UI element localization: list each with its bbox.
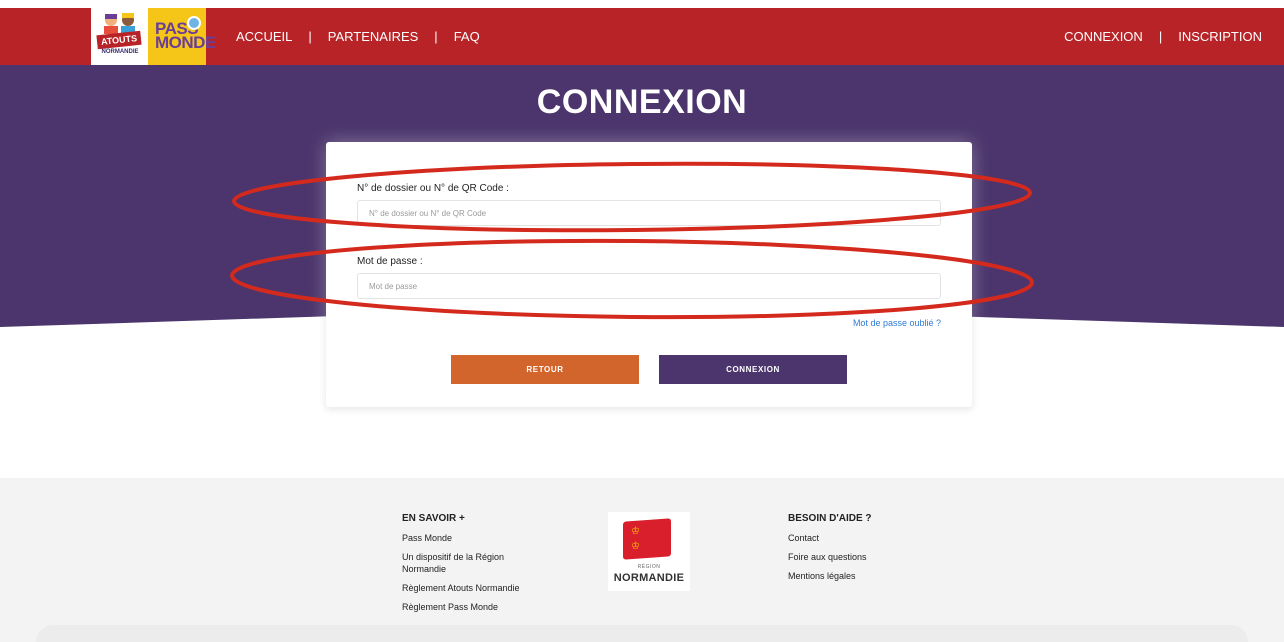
footer-besoin-aide: BESOIN D'AIDE ? Contact Foire aux questi… xyxy=(788,513,928,589)
globe-icon xyxy=(187,16,201,30)
main-nav: ACCUEIL | PARTENAIRES | FAQ xyxy=(236,8,480,65)
lion-icon: ♔ xyxy=(631,525,640,538)
nav-separator: | xyxy=(308,29,312,44)
footer-link-dispositif[interactable]: Un dispositif de la Région Normandie xyxy=(402,551,542,575)
pass-monde-line2: MONDE xyxy=(155,33,216,52)
login-card: N° de dossier ou N° de QR Code : Mot de … xyxy=(326,142,972,407)
nav-inscription[interactable]: INSCRIPTION xyxy=(1178,29,1262,44)
back-button[interactable]: RETOUR xyxy=(451,355,639,384)
nav-partenaires[interactable]: PARTENAIRES xyxy=(328,29,419,44)
nav-separator: | xyxy=(434,29,438,44)
password-input[interactable] xyxy=(357,273,941,299)
top-strip xyxy=(0,0,1284,8)
footer-en-savoir: EN SAVOIR + Pass Monde Un dispositif de … xyxy=(402,513,542,620)
region-normandie-logo[interactable]: ♔ ♔ RÉGION NORMANDIE xyxy=(608,512,690,591)
lion-icon: ♔ xyxy=(631,540,640,553)
dossier-input[interactable] xyxy=(357,200,941,226)
region-logo-small-text: RÉGION xyxy=(637,564,661,570)
footer-link-reglement-atouts[interactable]: Règlement Atouts Normandie xyxy=(402,582,542,594)
atouts-subtitle: NORMANDIE xyxy=(101,49,139,55)
page-title: CONNEXION xyxy=(536,83,748,121)
footer-besoin-aide-title: BESOIN D'AIDE ? xyxy=(788,513,872,524)
pass-monde-logo[interactable]: PASS MONDE xyxy=(148,8,216,65)
nav-faq[interactable]: FAQ xyxy=(454,29,480,44)
login-button[interactable]: CONNEXION xyxy=(659,355,847,384)
footer-link-mentions[interactable]: Mentions légales xyxy=(788,570,928,582)
atouts-normandie-logo[interactable]: ATOUTS NORMANDIE xyxy=(91,8,148,65)
footer-link-faq[interactable]: Foire aux questions xyxy=(788,551,928,563)
forgot-password-link[interactable]: Mot de passe oublié ? xyxy=(853,318,941,328)
footer-link-reglement-pass-monde[interactable]: Règlement Pass Monde xyxy=(402,601,542,613)
nav-accueil[interactable]: ACCUEIL xyxy=(236,29,292,44)
footer-bottom-band xyxy=(36,625,1248,642)
page: ATOUTS NORMANDIE PASS MONDE ACCUEIL | PA… xyxy=(0,0,1284,642)
password-label: Mot de passe : xyxy=(357,256,423,267)
account-nav: CONNEXION | INSCRIPTION xyxy=(1064,8,1262,65)
nav-connexion[interactable]: CONNEXION xyxy=(1064,29,1143,44)
normandie-flag-icon: ♔ ♔ xyxy=(623,518,671,560)
footer-link-pass-monde[interactable]: Pass Monde xyxy=(402,532,542,544)
footer-link-contact[interactable]: Contact xyxy=(788,532,928,544)
region-logo-big-text: NORMANDIE xyxy=(613,572,685,584)
nav-separator: | xyxy=(1158,29,1163,44)
footer-en-savoir-title: EN SAVOIR + xyxy=(402,513,465,524)
dossier-label: N° de dossier ou N° de QR Code : xyxy=(357,183,509,194)
